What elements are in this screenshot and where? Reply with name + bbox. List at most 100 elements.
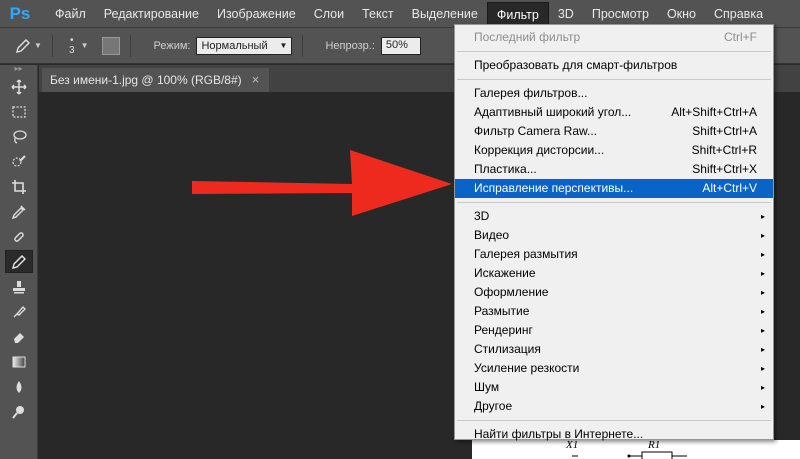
document-tab[interactable]: Без имени-1.jpg @ 100% (RGB/8#) ×: [42, 68, 270, 92]
mode-label: Режим:: [153, 39, 191, 52]
menu-item-label: Исправление перспективы...: [474, 181, 634, 195]
menu-item-convert-smart-filters[interactable]: Преобразовать для смарт-фильтров: [455, 56, 773, 75]
chevron-down-icon: ▼: [279, 41, 288, 50]
menu-item-label: Оформление: [474, 285, 549, 299]
menu-item-label: Искажение: [474, 266, 536, 280]
opacity-input[interactable]: 50%: [380, 36, 421, 55]
menu-item-shortcut: Shift+Ctrl+X: [692, 162, 757, 176]
history-brush-tool-icon[interactable]: [5, 300, 33, 323]
menu-divider: [457, 420, 771, 421]
menu-item-label: Преобразовать для смарт-фильтров: [474, 58, 678, 72]
mode-value: Нормальный: [201, 39, 268, 52]
pencil-tool-icon[interactable]: [5, 250, 33, 273]
quick-selection-tool-icon[interactable]: [5, 150, 33, 173]
menu-file[interactable]: Файл: [46, 0, 95, 28]
menu-item-label: Размытие: [474, 304, 530, 318]
menu-item-stylize-design[interactable]: Оформление ▸: [455, 283, 773, 302]
menu-item-noise[interactable]: Шум ▸: [455, 378, 773, 397]
menu-item-label: Адаптивный широкий угол...: [474, 105, 632, 119]
menu-item-label: Другое: [474, 399, 513, 413]
submenu-arrow-icon: ▸: [760, 288, 765, 297]
menu-item-label: Галерея фильтров...: [474, 86, 588, 100]
eraser-tool-icon[interactable]: [5, 325, 33, 348]
document-tab-title: Без имени-1.jpg @ 100% (RGB/8#): [50, 73, 242, 87]
panel-grip-icon[interactable]: ▸▸: [0, 65, 37, 73]
menu-item-adaptive-wide-angle[interactable]: Адаптивный широкий угол... Alt+Shift+Ctr…: [455, 103, 773, 122]
photoshop-logo: Ps: [9, 3, 31, 23]
photoshop-window: Ps Файл Редактирование Изображение Слои …: [0, 0, 800, 459]
menu-item-blur-gallery[interactable]: Галерея размытия ▸: [455, 245, 773, 264]
gradient-tool-icon[interactable]: [5, 350, 33, 373]
mode-select[interactable]: Нормальный ▼: [196, 36, 293, 55]
menu-item-video[interactable]: Видео ▸: [455, 226, 773, 245]
crop-tool-icon[interactable]: [5, 175, 33, 198]
eyedropper-tool-icon[interactable]: [5, 200, 33, 223]
tools-panel: ▸▸: [0, 65, 38, 459]
menu-item-render[interactable]: Рендеринг ▸: [455, 321, 773, 340]
menu-item-filter-gallery[interactable]: Галерея фильтров...: [455, 84, 773, 103]
menu-item-camera-raw[interactable]: Фильтр Camera Raw... Shift+Ctrl+A: [455, 122, 773, 141]
lasso-tool-icon[interactable]: [5, 125, 33, 148]
menu-item-last-filter[interactable]: Последний фильтр Ctrl+F: [455, 28, 773, 47]
blur-tool-icon[interactable]: [5, 375, 33, 398]
menu-divider: [457, 51, 771, 52]
close-icon[interactable]: ×: [252, 68, 260, 92]
menu-item-blur[interactable]: Размытие ▸: [455, 302, 773, 321]
tool-preset-picker[interactable]: ▼: [14, 32, 42, 60]
menu-item-label: Стилизация: [474, 342, 541, 356]
marquee-tool-icon[interactable]: [5, 100, 33, 123]
chevron-down-icon: ▼: [34, 41, 42, 50]
menu-item-label: Фильтр Camera Raw...: [474, 124, 598, 138]
dodge-tool-icon[interactable]: [5, 400, 33, 423]
divider: [302, 34, 304, 57]
menu-item-vanishing-point[interactable]: Исправление перспективы... Alt+Ctrl+V: [455, 179, 773, 198]
menu-item-label: Пластика...: [474, 162, 537, 176]
menu-item-liquify[interactable]: Пластика... Shift+Ctrl+X: [455, 160, 773, 179]
submenu-arrow-icon: ▸: [760, 364, 765, 373]
divider: [52, 34, 53, 57]
menu-item-label: Галерея размытия: [474, 247, 578, 261]
submenu-arrow-icon: ▸: [760, 326, 765, 335]
menu-item-label: Шум: [474, 380, 500, 394]
menu-layers[interactable]: Слои: [305, 0, 353, 28]
menu-item-browse-filters-online[interactable]: Найти фильтры в Интернете...: [455, 425, 773, 444]
submenu-arrow-icon: ▸: [760, 269, 765, 278]
menu-item-shortcut: Ctrl+F: [724, 30, 757, 44]
menu-item-label: Найти фильтры в Интернете...: [474, 427, 644, 441]
menu-item-stylize[interactable]: Стилизация ▸: [455, 340, 773, 359]
brush-size-value: 3: [69, 44, 75, 56]
menu-edit[interactable]: Редактирование: [95, 0, 208, 28]
move-tool-icon[interactable]: [5, 75, 33, 98]
submenu-arrow-icon: ▸: [760, 383, 765, 392]
menu-divider: [457, 202, 771, 203]
submenu-arrow-icon: ▸: [760, 402, 765, 411]
submenu-arrow-icon: ▸: [760, 250, 765, 259]
menu-item-shortcut: Shift+Ctrl+A: [692, 124, 757, 138]
menu-item-other[interactable]: Другое ▸: [455, 397, 773, 416]
divider: [130, 34, 132, 57]
submenu-arrow-icon: ▸: [760, 345, 765, 354]
menu-item-distort[interactable]: Искажение ▸: [455, 264, 773, 283]
healing-brush-tool-icon[interactable]: [5, 225, 33, 248]
menu-item-shortcut: Alt+Ctrl+V: [702, 181, 757, 195]
brush-panel-toggle-icon[interactable]: [102, 36, 121, 55]
menu-type[interactable]: Текст: [353, 0, 402, 28]
opacity-label: Непрозр.:: [325, 39, 375, 52]
submenu-arrow-icon: ▸: [760, 307, 765, 316]
menu-item-sharpen[interactable]: Усиление резкости ▸: [455, 359, 773, 378]
brush-size-picker[interactable]: • 3: [69, 34, 75, 56]
menu-item-label: Усиление резкости: [474, 361, 580, 375]
menu-image[interactable]: Изображение: [208, 0, 305, 28]
clone-stamp-tool-icon[interactable]: [5, 275, 33, 298]
brush-dot-icon: •: [70, 34, 74, 46]
pencil-icon: [16, 38, 31, 53]
menu-item-label: Видео: [474, 228, 510, 242]
chevron-down-icon[interactable]: ▼: [81, 41, 89, 50]
menu-divider: [457, 79, 771, 80]
menu-item-3d[interactable]: 3D ▸: [455, 207, 773, 226]
menu-item-lens-correction[interactable]: Коррекция дисторсии... Shift+Ctrl+R: [455, 141, 773, 160]
menu-item-label: Рендеринг: [474, 323, 533, 337]
submenu-arrow-icon: ▸: [760, 231, 765, 240]
menu-item-shortcut: Alt+Shift+Ctrl+A: [671, 105, 757, 119]
menu-item-label: 3D: [474, 209, 490, 223]
